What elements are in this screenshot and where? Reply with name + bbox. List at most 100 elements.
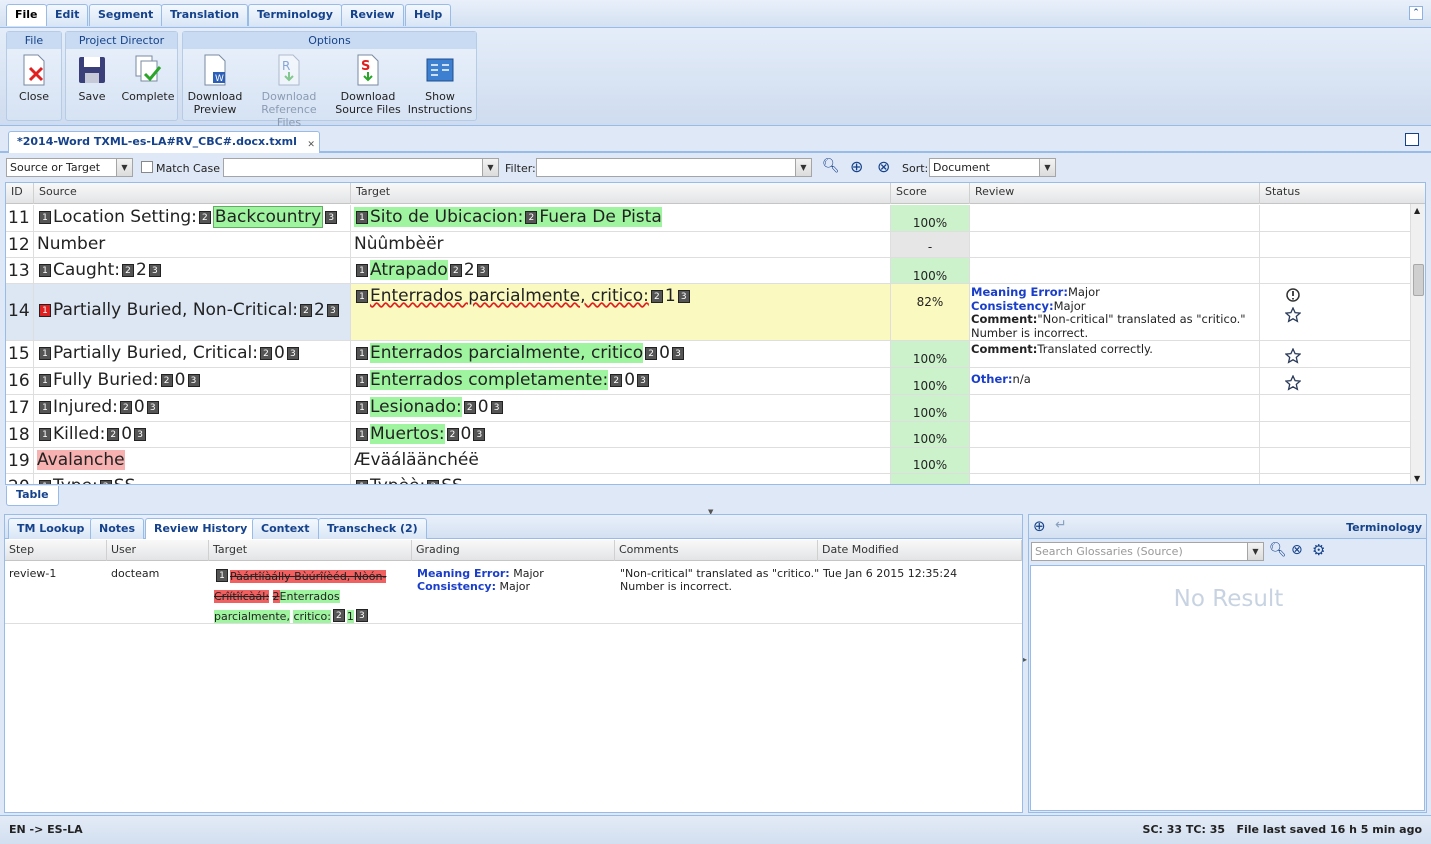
chevron-down-icon[interactable]: ▼	[1247, 543, 1263, 560]
search-input[interactable]: ▼	[223, 158, 499, 177]
segment-source[interactable]: 1Type:2SS	[34, 474, 351, 484]
segment-target-editor[interactable]: 1 Enterrados parcialmente, critico: 2 1 3	[351, 284, 891, 340]
inline-tag: 2	[446, 428, 459, 441]
column-target[interactable]: Target	[351, 183, 891, 204]
menu-file[interactable]: File	[6, 4, 47, 26]
tab-notes[interactable]: Notes	[90, 518, 145, 539]
chevron-down-icon[interactable]: ▼	[482, 159, 498, 176]
collapse-ribbon-icon[interactable]: ⌃	[1409, 6, 1423, 20]
segment-source[interactable]: 1 Partially Buried, Critical: 2 0 3	[34, 341, 351, 367]
tab-review-history[interactable]: Review History	[145, 518, 257, 539]
star-icon[interactable]	[1285, 375, 1301, 391]
grid-scrollbar[interactable]: ▲ ▼	[1410, 204, 1425, 484]
segment-row[interactable]: 20 1Type:2SS 1Typèè:2SS	[6, 474, 1412, 484]
chevron-down-icon[interactable]: ▼	[1039, 159, 1055, 176]
menu-review[interactable]: Review	[341, 4, 404, 26]
segment-row[interactable]: 13 1 Caught: 2 2 3 1 Atrapado 2 2 3 100%	[6, 258, 1412, 284]
chevron-down-icon[interactable]: ▼	[116, 159, 132, 176]
segment-source[interactable]: 1 Fully Buried: 2 0 3	[34, 368, 351, 394]
column-target[interactable]: Target	[209, 540, 412, 561]
download-source-files-button[interactable]: S Download Source Files	[335, 54, 401, 116]
search-icon[interactable]: 🔍︎	[822, 158, 840, 174]
save-button[interactable]: Save	[72, 54, 112, 103]
menu-help[interactable]: Help	[405, 4, 452, 26]
menu-terminology[interactable]: Terminology	[248, 4, 342, 26]
sort-select[interactable]: Document ▼	[929, 158, 1056, 177]
menu-segment[interactable]: Segment	[89, 4, 163, 26]
search-scope-select[interactable]: Source or Target ▼	[6, 158, 133, 177]
warning-icon[interactable]	[1286, 288, 1300, 302]
segment-review[interactable]: Comment:Translated correctly.	[970, 341, 1260, 367]
show-instructions-button[interactable]: Show Instructions	[407, 54, 473, 116]
complete-button[interactable]: Complete	[120, 54, 176, 103]
scroll-thumb[interactable]	[1413, 264, 1424, 296]
column-score[interactable]: Score	[891, 183, 970, 204]
segment-row[interactable]: 15 1 Partially Buried, Critical: 2 0 3 1 Ente…	[6, 341, 1412, 368]
scroll-up-icon[interactable]: ▲	[1414, 206, 1420, 215]
column-id[interactable]: ID	[6, 183, 34, 204]
tab-tm-lookup[interactable]: TM Lookup	[8, 518, 94, 539]
segment-source[interactable]: 1 Injured: 2 0 3	[34, 395, 351, 421]
close-button[interactable]: Close	[13, 54, 55, 103]
download-reference-files-button[interactable]: R Download Reference Files	[249, 54, 329, 129]
filter-input[interactable]: ▼	[536, 158, 812, 177]
column-source[interactable]: Source	[34, 183, 351, 204]
column-review[interactable]: Review	[970, 183, 1260, 204]
segment-review[interactable]: Other:n/a	[970, 368, 1260, 394]
segment-row[interactable]: 12 Number Nùûmbèër -	[6, 232, 1412, 258]
match-case-checkbox[interactable]	[141, 161, 153, 173]
menu-edit[interactable]: Edit	[46, 4, 89, 26]
segment-row[interactable]: 19 Avalanche Æväáläänchéë 100%	[6, 448, 1412, 474]
segment-source[interactable]: 1 Killed: 2 0 3	[34, 422, 351, 447]
expand-panel-icon[interactable]: ▸	[1023, 655, 1027, 664]
segment-review[interactable]: Meaning Error:Major Consistency:Major Co…	[970, 284, 1260, 340]
chevron-down-icon[interactable]: ▼	[795, 159, 811, 176]
segment-target[interactable]: 1Typèè:2SS	[351, 474, 891, 484]
search-icon[interactable]: 🔍︎	[1269, 542, 1287, 558]
advanced-search-icon[interactable]: ⊕	[850, 157, 863, 176]
segment-target[interactable]: 1 Lesionado: 2 0 3	[351, 395, 891, 421]
clear-search-icon[interactable]: ⊗	[877, 157, 890, 176]
segment-source[interactable]: 1 Location Setting: 2 Backcountry 3	[34, 205, 351, 231]
menu-translation[interactable]: Translation	[161, 4, 249, 26]
segment-row[interactable]: 16 1 Fully Buried: 2 0 3 1 Enterrados complet…	[6, 368, 1412, 395]
segment-source[interactable]: 1 Caught: 2 2 3	[34, 258, 351, 283]
clear-search-icon[interactable]: ⊗	[1291, 542, 1303, 558]
segment-target[interactable]: 1 Enterrados parcialmente, critico 2 0 3	[351, 341, 891, 367]
scroll-down-icon[interactable]: ▼	[1414, 474, 1420, 483]
column-step[interactable]: Step	[5, 540, 107, 561]
history-row[interactable]: review-1 docteam 1 Pàártîíàálly Bùúrîíèéd…	[5, 561, 1022, 624]
star-icon[interactable]	[1285, 348, 1301, 364]
segment-source[interactable]: Number	[34, 232, 351, 257]
segment-target[interactable]: 1 Muertos: 2 0 3	[351, 422, 891, 447]
gear-icon[interactable]: ⚙	[1312, 541, 1325, 559]
segment-source[interactable]: 1 Partially Buried, Non-Critical: 2 2 3	[34, 284, 351, 340]
segment-target[interactable]: Nùûmbèër	[351, 232, 891, 257]
segment-target[interactable]: 1 Enterrados completamente: 2 0 3	[351, 368, 891, 394]
add-term-icon[interactable]: ⊕	[1033, 517, 1046, 535]
column-comments[interactable]: Comments	[615, 540, 818, 561]
segment-source[interactable]: Avalanche	[34, 448, 351, 473]
segment-row[interactable]: 11 1 Location Setting: 2 Backcountry 3 1 Sito…	[6, 205, 1412, 232]
ribbon-group-project-director: Project Director Save Complete	[65, 31, 178, 121]
glossary-search-input[interactable]: Search Glossaries (Source) ▼	[1031, 542, 1264, 561]
download-preview-button[interactable]: W Download Preview	[186, 54, 244, 116]
segment-row[interactable]: 18 1 Killed: 2 0 3 1 Muertos: 2 0 3 100%	[6, 422, 1412, 448]
star-icon[interactable]	[1285, 307, 1301, 323]
segment-target[interactable]: Æväáläänchéë	[351, 448, 891, 473]
segment-row-selected[interactable]: 14 1 Partially Buried, Non-Critical: 2 2 3 1…	[6, 284, 1412, 341]
segment-target[interactable]: 1 Sito de Ubicacion: 2 Fuera De Pista	[351, 205, 891, 231]
column-status[interactable]: Status	[1260, 183, 1425, 204]
segment-target[interactable]: 1 Atrapado 2 2 3	[351, 258, 891, 283]
insert-term-icon[interactable]: ↵	[1055, 517, 1067, 533]
maximize-icon[interactable]	[1405, 133, 1419, 146]
close-tab-icon[interactable]: ✕	[307, 135, 315, 155]
column-grading[interactable]: Grading	[412, 540, 615, 561]
column-date-modified[interactable]: Date Modified	[818, 540, 1022, 561]
tab-transcheck[interactable]: Transcheck (2)	[318, 518, 427, 539]
document-tab[interactable]: *2014-Word TXML-es-LA#RV_CBC#.docx.txml …	[8, 131, 320, 153]
tab-context[interactable]: Context	[252, 518, 319, 539]
segment-row[interactable]: 17 1 Injured: 2 0 3 1 Lesionado: 2 0 3 100%	[6, 395, 1412, 422]
column-user[interactable]: User	[107, 540, 209, 561]
tab-table[interactable]: Table	[6, 486, 59, 506]
